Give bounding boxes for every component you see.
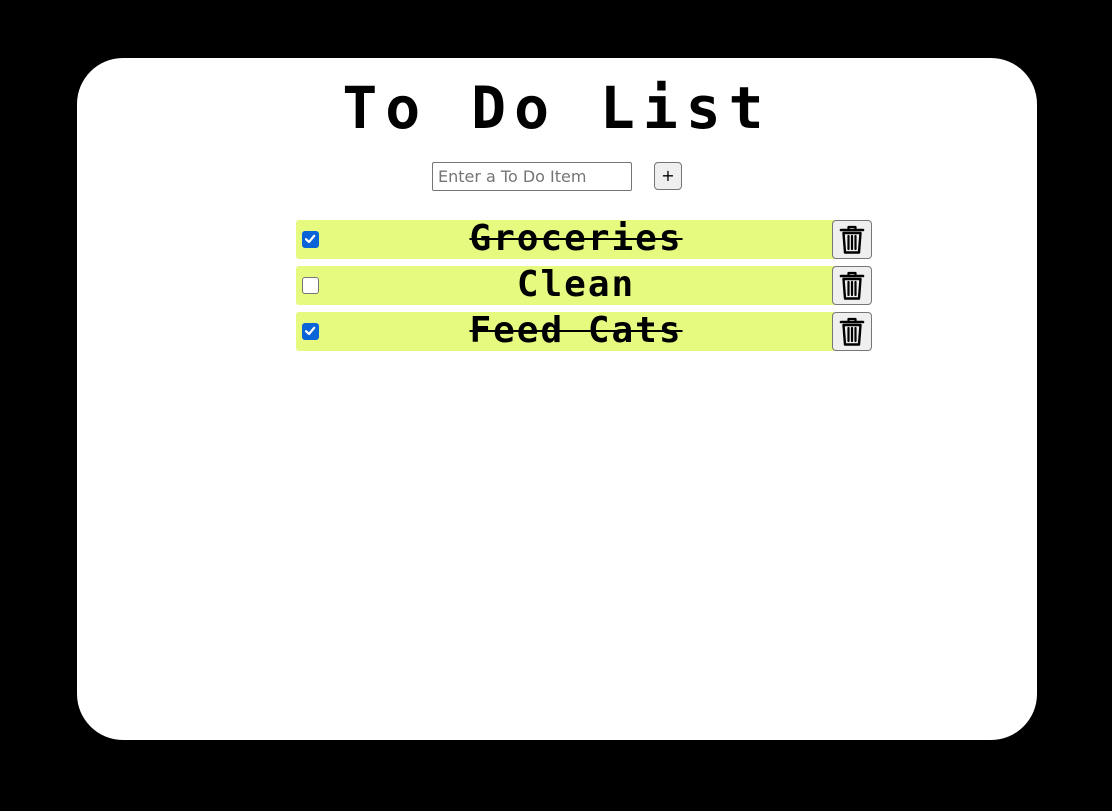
delete-todo-button[interactable]: [832, 266, 872, 305]
todo-checkbox[interactable]: [302, 277, 319, 294]
todo-item: Clean: [296, 266, 872, 305]
todo-item-label: Clean: [516, 264, 636, 305]
add-todo-form: +: [432, 161, 682, 191]
trash-icon: [839, 225, 865, 254]
trash-icon: [839, 271, 865, 300]
checkmark-icon: [304, 326, 316, 336]
page-title: To Do List: [342, 74, 772, 142]
todo-input[interactable]: [432, 161, 632, 191]
todo-item-label: Groceries: [469, 218, 683, 259]
checkmark-icon: [304, 234, 316, 244]
todo-checkbox[interactable]: [302, 323, 319, 340]
todo-item: Groceries: [296, 220, 872, 259]
todo-card: To Do List + Groceries Clean Feed Cats: [77, 58, 1037, 740]
todo-item: Feed Cats: [296, 312, 872, 351]
delete-todo-button[interactable]: [832, 312, 872, 351]
todo-list: Groceries Clean Feed Cats: [296, 220, 872, 358]
trash-icon: [839, 317, 865, 346]
todo-item-label: Feed Cats: [469, 310, 683, 351]
delete-todo-button[interactable]: [832, 220, 872, 259]
todo-checkbox[interactable]: [302, 231, 319, 248]
add-todo-button[interactable]: +: [654, 162, 682, 190]
